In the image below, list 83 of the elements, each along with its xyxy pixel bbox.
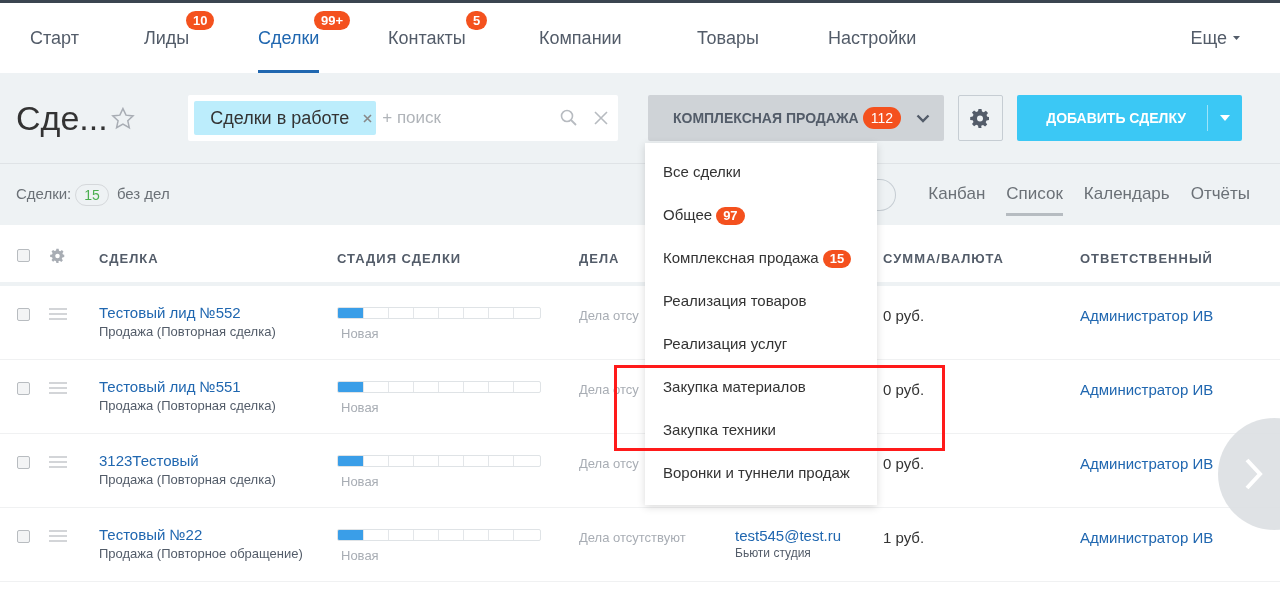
deal-link[interactable]: 3123Тестовый: [99, 452, 319, 470]
column-header[interactable]: СТАДИЯ СДЕЛКИ: [337, 249, 462, 269]
settings-icon: [970, 108, 991, 128]
more-menu[interactable]: Еще: [1190, 3, 1240, 73]
menu-item[interactable]: Воронки и туннели продаж: [645, 452, 877, 495]
drag-handle-icon[interactable]: [49, 308, 67, 320]
stage-bar[interactable]: [337, 381, 541, 393]
deal-type: Продажа (Повторное обращение): [99, 545, 304, 562]
stage-label: Новая: [341, 325, 379, 343]
settings-icon[interactable]: [50, 248, 65, 263]
column-header[interactable]: СДЕЛКА: [99, 249, 159, 269]
page-title: Сде...: [16, 97, 109, 139]
sum-text: 0 руб.: [883, 380, 925, 400]
sum-text: 0 руб.: [883, 306, 925, 326]
deal-link[interactable]: Тестовый №22: [99, 526, 319, 544]
caret-icon[interactable]: [1220, 115, 1230, 121]
menu-item[interactable]: Реализация товаров: [645, 280, 877, 323]
nav-tab[interactable]: Компании: [539, 3, 622, 73]
view-tab[interactable]: Календарь: [1083, 173, 1170, 216]
sum-text: 0 руб.: [883, 454, 925, 474]
search-field[interactable]: Сделки в работе + поиск: [188, 95, 618, 141]
category-button[interactable]: КОМПЛЕКСНАЯ ПРОДАЖА 112: [647, 95, 944, 141]
responsible-link[interactable]: Администратор ИВ: [1080, 379, 1214, 402]
count-badge: 99+: [314, 11, 351, 30]
remove-icon[interactable]: [363, 113, 373, 123]
menu-item[interactable]: Общее 97: [645, 194, 877, 237]
chevron-down-icon: [915, 113, 930, 123]
stage-label: Новая: [341, 399, 379, 417]
view-tab[interactable]: Отчёты: [1190, 173, 1250, 216]
count-badge: 112: [862, 107, 901, 129]
nav-tab[interactable]: Товары: [697, 3, 759, 73]
counter-label: без дел: [116, 184, 170, 205]
count-badge: 10: [186, 11, 215, 30]
count-badge: 15: [822, 249, 852, 268]
checkbox[interactable]: [17, 249, 30, 262]
deal-link[interactable]: Тестовый лид №551: [99, 378, 319, 396]
menu-item[interactable]: Закупка техники: [645, 409, 877, 452]
column-header[interactable]: ДЕЛА: [579, 249, 620, 269]
checkbox[interactable]: [17, 530, 30, 543]
stage-label: Новая: [341, 473, 379, 491]
search-icon[interactable]: [559, 109, 578, 127]
stage-label: Новая: [341, 547, 379, 565]
nav-tab[interactable]: Настройки: [828, 3, 917, 73]
deal-type: Продажа (Повторная сделка): [99, 471, 277, 488]
menu-item[interactable]: Реализация услуг: [645, 323, 877, 366]
drag-handle-icon[interactable]: [49, 530, 67, 542]
filter-chip[interactable]: Сделки в работе: [194, 101, 377, 135]
star-icon[interactable]: [111, 106, 136, 130]
contact-link[interactable]: test545@test.ru: [735, 527, 842, 545]
checkbox[interactable]: [17, 382, 30, 395]
stage-bar[interactable]: [337, 529, 541, 541]
menu-item[interactable]: Комплексная продажа 15: [645, 237, 877, 280]
deal-link[interactable]: Тестовый лид №552: [99, 304, 319, 322]
settings-button[interactable]: [957, 95, 1004, 141]
sum-text: 1 руб.: [883, 528, 925, 548]
counter-label: Сделки:: [16, 184, 72, 205]
view-tab[interactable]: Список: [1006, 173, 1063, 216]
nav-tab[interactable]: Контакты: [388, 3, 466, 73]
activity-text: Дела отсу: [579, 455, 639, 473]
column-header[interactable]: ОТВЕТСТВЕННЫЙ: [1080, 249, 1213, 269]
stage-bar[interactable]: [337, 307, 541, 319]
count-badge: 97: [716, 206, 745, 225]
nav-tab[interactable]: Старт: [30, 3, 79, 73]
activity-text: Дела отсутствуют: [579, 529, 686, 547]
chevron-right-icon: [1244, 457, 1264, 491]
responsible-link[interactable]: Администратор ИВ: [1080, 527, 1214, 550]
menu-item[interactable]: Все сделки: [645, 151, 877, 194]
column-header[interactable]: СУММА/ВАЛЮТА: [883, 249, 1004, 269]
checkbox[interactable]: [17, 456, 30, 469]
drag-handle-icon[interactable]: [49, 456, 67, 468]
deal-type: Продажа (Повторная сделка): [99, 323, 277, 340]
caret-icon: [1233, 36, 1240, 40]
view-tab[interactable]: Канбан: [928, 173, 986, 216]
checkbox[interactable]: [17, 308, 30, 321]
close-icon[interactable]: [593, 111, 608, 125]
activity-text: Дела отсу: [579, 307, 639, 325]
drag-handle-icon[interactable]: [49, 382, 67, 394]
count-badge: 5: [466, 11, 488, 30]
contact-company: Бьюти студия: [735, 545, 812, 561]
stage-bar[interactable]: [337, 455, 541, 467]
deal-type: Продажа (Повторная сделка): [99, 397, 277, 414]
responsible-link[interactable]: Администратор ИВ: [1080, 305, 1214, 328]
responsible-link[interactable]: Администратор ИВ: [1080, 453, 1214, 476]
